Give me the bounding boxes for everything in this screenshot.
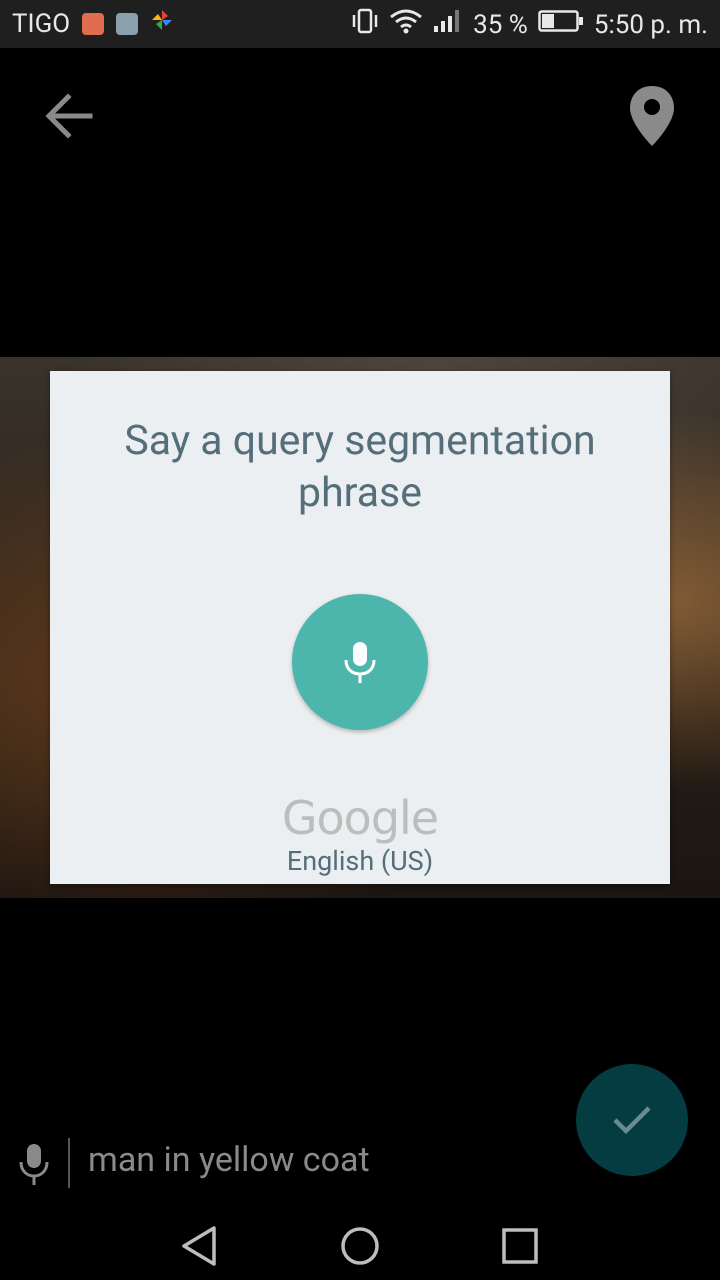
battery-percent: 35 % (473, 9, 528, 40)
voice-mic-button[interactable] (292, 594, 428, 730)
input-mic-button[interactable] (18, 1142, 50, 1186)
battery-icon (538, 9, 584, 40)
wifi-icon (389, 8, 423, 41)
arrow-back-icon (45, 93, 93, 139)
voice-search-dialog: Say a query segmentation phrase Google E… (50, 371, 670, 884)
nav-recents-icon (502, 1228, 538, 1264)
confirm-fab[interactable] (576, 1064, 688, 1176)
nav-home-button[interactable] (338, 1224, 382, 1268)
pinwheel-notification-icon (150, 8, 174, 39)
email-notification-icon (82, 12, 105, 35)
clock: 5:50 p. m. (593, 9, 708, 40)
query-input-row: man in yellow coat (0, 1130, 560, 1200)
query-input[interactable]: man in yellow coat (88, 1140, 370, 1180)
nav-back-button[interactable] (178, 1224, 222, 1268)
nav-home-icon (341, 1227, 379, 1265)
dialog-title: Say a query segmentation phrase (124, 417, 596, 517)
gallery-notification-icon (116, 12, 139, 35)
navigation-bar (0, 1210, 720, 1280)
back-button[interactable] (40, 88, 96, 144)
location-pin-icon (630, 86, 674, 146)
input-divider (68, 1138, 70, 1188)
signal-icon (433, 8, 463, 41)
status-left: TIGO (12, 8, 174, 39)
nav-recents-button[interactable] (498, 1224, 542, 1268)
microphone-icon (344, 642, 376, 683)
google-logo: Google (281, 791, 439, 845)
microphone-icon (19, 1144, 49, 1185)
language-selector[interactable]: English (US) (50, 845, 670, 877)
status-bar: TIGO 35 % 5:50 p. m. (0, 0, 720, 48)
check-icon (613, 1106, 651, 1135)
location-button[interactable] (626, 84, 678, 148)
vibrate-icon (351, 8, 379, 41)
status-right: 35 % 5:50 p. m. (351, 8, 708, 41)
carrier-label: TIGO (12, 8, 71, 39)
nav-back-icon (182, 1226, 216, 1266)
